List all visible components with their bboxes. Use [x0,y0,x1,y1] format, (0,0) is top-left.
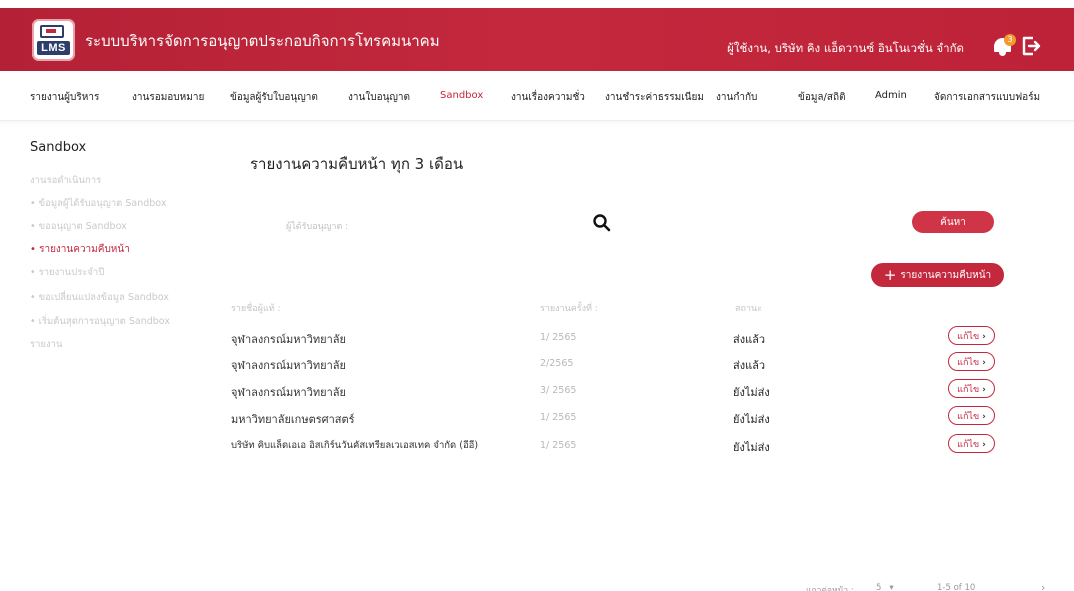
notification-badge: 3 [1004,34,1016,46]
search-button[interactable]: ค้นหา [912,211,994,233]
table-row: มหาวิทยาลัยเกษตรศาสตร์ 1/ 2565 ยังไม่ส่ง… [0,406,1074,436]
search-icon[interactable] [592,213,612,233]
nav-item-sandbox[interactable]: Sandbox [440,90,483,101]
logo-text: LMS [37,41,70,55]
add-progress-report-label: รายงานความคืบหน้า [900,270,992,281]
column-header-name: รายชื่อผู้แท้ : [231,304,281,314]
table-row: จุฬาลงกรณ์มหาวิทยาลัย 1/ 2565 ส่งแล้ว แก… [0,326,1074,356]
row-status: ยังไม่ส่ง [733,441,770,454]
table-row: บริษัท คิบแล็ดเอเอ อิสเกิร์นวันคัสเทรียล… [0,434,1074,464]
chevron-right-icon: › [982,411,986,422]
nav-item-regulation[interactable]: งานกำกับ [716,90,757,105]
pagination-range: 1-5 of 10 [937,583,976,591]
chevron-right-icon: › [982,439,986,450]
nav-item-license-work[interactable]: งานใบอนุญาต [348,90,410,105]
sidebar-item-annual-report[interactable]: • รายงานประจำปี [30,265,104,280]
nav-item-complaints[interactable]: งานเรื่องความชั่ว [511,90,585,105]
logout-icon[interactable] [1020,35,1042,57]
row-status: ยังไม่ส่ง [733,413,770,426]
row-round: 1/ 2565 [540,412,577,423]
row-name: จุฬาลงกรณ์มหาวิทยาลัย [231,359,346,372]
chevron-right-icon: › [982,357,986,368]
sidebar-item-sandbox-licensees[interactable]: • ข้อมูลผู้ได้รับอนุญาต Sandbox [30,196,166,211]
plus-icon: + [883,266,897,284]
edit-button[interactable]: แก้ไข › [948,406,995,425]
row-round: 1/ 2565 [540,440,577,451]
row-round: 3/ 2565 [540,385,577,396]
edit-button[interactable]: แก้ไข › [948,434,995,453]
next-page-icon[interactable]: › [1041,581,1045,591]
edit-button[interactable]: แก้ไข › [948,352,995,371]
row-round: 2/2565 [540,358,574,369]
row-status: ส่งแล้ว [733,333,766,346]
sidebar-item-pending[interactable]: งานรอดำเนินการ [30,173,101,188]
nav-item-pending-assignment[interactable]: งานรอมอบหมาย [132,90,204,105]
row-name: จุฬาลงกรณ์มหาวิทยาลัย [231,386,346,399]
caret-down-icon: ▾ [889,583,894,591]
row-name: มหาวิทยาลัยเกษตรศาสตร์ [231,413,355,426]
rows-per-page-value: 5 [876,583,882,591]
nav-item-forms[interactable]: จัดการเอกสารแบบฟอร์ม [934,90,1040,105]
nav-item-statistics[interactable]: ข้อมูล/สถิติ [798,90,846,105]
chevron-right-icon: › [982,331,986,342]
sidebar-item-progress-report[interactable]: • รายงานความคืบหน้า [30,242,130,257]
edit-button[interactable]: แก้ไข › [948,379,995,398]
sidebar-item-change-info[interactable]: • ขอเปลี่ยนแปลงข้อมูล Sandbox [30,290,169,305]
table-row: จุฬาลงกรณ์มหาวิทยาลัย 3/ 2565 ยังไม่ส่ง … [0,379,1074,409]
nav-item-licensee-info[interactable]: ข้อมูลผู้รับใบอนุญาต [230,90,318,105]
edit-label: แก้ไข [957,331,980,342]
row-status: ยังไม่ส่ง [733,386,770,399]
row-name: จุฬาลงกรณ์มหาวิทยาลัย [231,333,346,346]
user-name: ผู้ใช้งาน, บริษัท คิง แอ็ดวานซ์ อินโนเวช… [727,41,964,55]
edit-label: แก้ไข [957,439,980,450]
row-name: บริษัท คิบแล็ดเอเอ อิสเกิร์นวันคัสเทรียล… [231,440,479,451]
add-progress-report-button[interactable]: + รายงานความคืบหน้า [871,263,1004,287]
row-status: ส่งแล้ว [733,359,766,372]
sidebar-item-sandbox-request[interactable]: • ขออนุญาต Sandbox [30,219,127,234]
chevron-right-icon: › [982,384,986,395]
rows-per-page-select[interactable]: 5 ▾ [876,583,894,591]
nav-item-executive-report[interactable]: รายงานผู้บริหาร [30,90,99,105]
column-header-round: รายงานครั้งที่ : [540,304,598,314]
nav-item-fee-payment[interactable]: งานชำระค่าธรรมเนียม [605,90,704,105]
nav-item-admin[interactable]: Admin [875,90,907,101]
edit-button[interactable]: แก้ไข › [948,326,995,345]
sidebar-title: Sandbox [30,140,87,155]
column-header-status: สถานะ [735,304,762,314]
row-round: 1/ 2565 [540,332,577,343]
edit-label: แก้ไข [957,357,980,368]
edit-label: แก้ไข [957,411,980,422]
main-nav: รายงานผู้บริหาร งานรอมอบหมาย ข้อมูลผู้รั… [0,71,1074,121]
licensee-filter-label: ผู้ได้รับอนุญาต : [286,222,349,232]
app-title: ระบบบริหารจัดการอนุญาตประกอบกิจการโทรคมน… [85,32,440,50]
edit-label: แก้ไข [957,384,980,395]
sidebar-item-terminate[interactable]: • เริ่มต้นสุดการอนุญาต Sandbox [30,314,170,329]
app-header: LMS ระบบบริหารจัดการอนุญาตประกอบกิจการโท… [0,8,1074,71]
rows-per-page-label: แถวต่อหน้า : [806,586,854,591]
table-row: จุฬาลงกรณ์มหาวิทยาลัย 2/2565 ส่งแล้ว แก้… [0,352,1074,382]
logo-icon [40,25,64,38]
lms-logo[interactable]: LMS [32,19,75,61]
page-title: รายงานความคืบหน้า ทุก 3 เดือน [250,155,464,173]
